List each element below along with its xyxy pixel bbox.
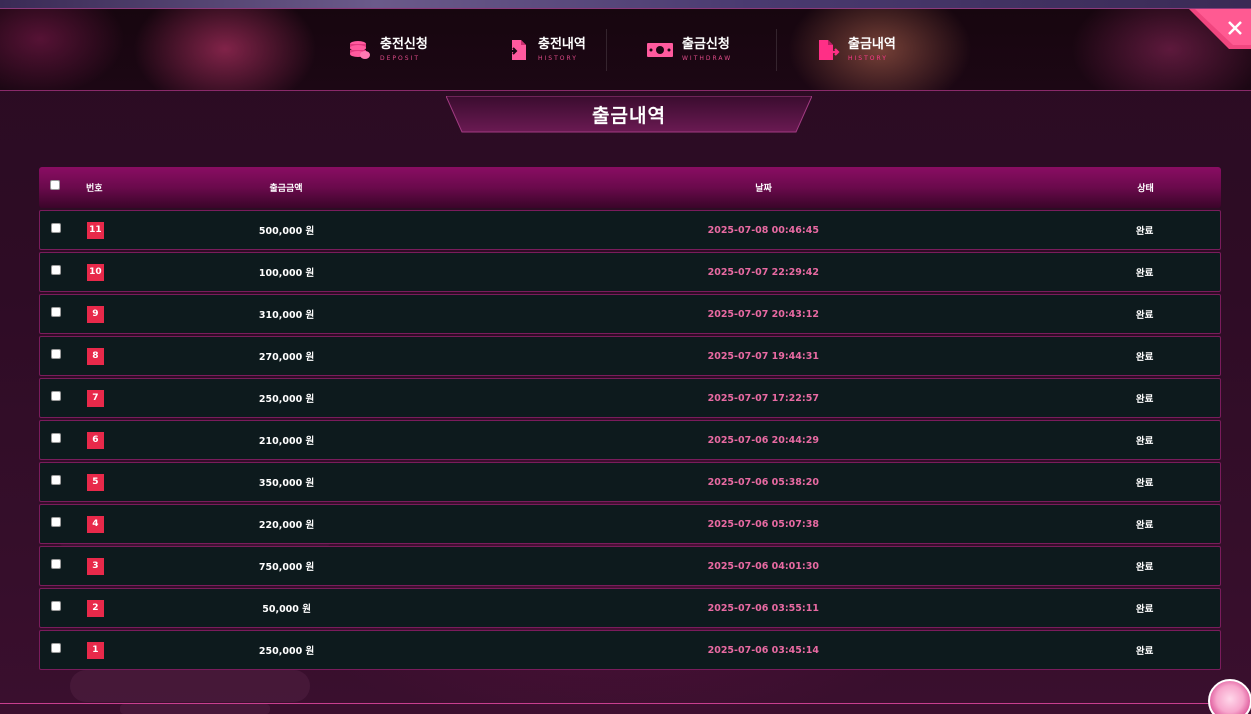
row-checkbox[interactable] xyxy=(50,474,61,485)
page-title-tab: 출금내역 xyxy=(446,96,812,133)
select-all-checkbox[interactable] xyxy=(50,180,60,190)
table-row: 8 270,000 원 2025-07-07 19:44:31 완료 xyxy=(39,336,1221,376)
table-row: 2 50,000 원 2025-07-06 03:55:11 완료 xyxy=(39,588,1221,628)
nav-item-sublabel: WITHDRAW xyxy=(682,55,733,62)
row-amount: 500,000 원 xyxy=(258,226,315,237)
row-status: 완료 xyxy=(1135,436,1154,447)
header-number: 번호 xyxy=(86,184,103,194)
row-status: 완료 xyxy=(1135,478,1154,489)
row-date: 2025-07-07 17:22:57 xyxy=(707,392,819,404)
row-amount: 50,000 원 xyxy=(262,604,311,615)
row-date: 2025-07-06 05:38:20 xyxy=(707,476,819,488)
row-number-badge: 8 xyxy=(86,347,104,365)
row-date: 2025-07-06 03:55:11 xyxy=(707,602,819,614)
wallet-nav-bar: 충전신청 DEPOSIT 충전내역 HISTORY 출금신청 WITHDRAW … xyxy=(0,9,1251,91)
nav-item-sublabel: DEPOSIT xyxy=(380,55,420,62)
row-checkbox[interactable] xyxy=(50,558,61,569)
footer-divider xyxy=(0,703,1251,704)
nav-item-label: 충전내역 xyxy=(538,37,586,52)
row-amount: 270,000 원 xyxy=(258,352,315,363)
row-amount: 350,000 원 xyxy=(258,478,315,489)
table-row: 11 500,000 원 2025-07-08 00:46:45 완료 xyxy=(39,210,1221,250)
nav-item-withdraw[interactable]: 출금신청 WITHDRAW xyxy=(606,25,776,75)
table-row: 9 310,000 원 2025-07-07 20:43:12 완료 xyxy=(39,294,1221,334)
table-row: 1 250,000 원 2025-07-06 03:45:14 완료 xyxy=(39,630,1221,670)
top-decor-strip xyxy=(0,0,1251,9)
table-row: 5 350,000 원 2025-07-06 05:38:20 완료 xyxy=(39,462,1221,502)
row-checkbox[interactable] xyxy=(50,600,61,611)
row-date: 2025-07-07 22:29:42 xyxy=(707,266,819,278)
row-checkbox[interactable] xyxy=(50,264,61,275)
table-body: 11 500,000 원 2025-07-08 00:46:45 완료 10 100,00… xyxy=(39,210,1221,670)
row-checkbox[interactable] xyxy=(50,642,61,653)
row-number-badge: 6 xyxy=(86,431,104,449)
row-number-badge: 11 xyxy=(86,221,104,239)
row-date: 2025-07-08 00:46:45 xyxy=(707,224,819,236)
table-row: 7 250,000 원 2025-07-07 17:22:57 완료 xyxy=(39,378,1221,418)
row-date: 2025-07-07 20:43:12 xyxy=(707,308,819,320)
row-amount: 100,000 원 xyxy=(258,268,315,279)
row-status: 완료 xyxy=(1135,226,1154,237)
wallet-nav-items: 충전신청 DEPOSIT 충전내역 HISTORY 출금신청 WITHDRAW … xyxy=(330,9,950,91)
row-amount: 220,000 원 xyxy=(258,520,315,531)
row-date: 2025-07-06 20:44:29 xyxy=(707,434,819,446)
close-button[interactable] xyxy=(1189,9,1251,49)
page-title: 출금내역 xyxy=(592,105,666,127)
row-date: 2025-07-06 04:01:30 xyxy=(707,560,819,572)
row-amount: 250,000 원 xyxy=(258,646,315,657)
table-row: 6 210,000 원 2025-07-06 20:44:29 완료 xyxy=(39,420,1221,460)
table-row: 4 220,000 원 2025-07-06 05:07:38 완료 xyxy=(39,504,1221,544)
row-amount: 750,000 원 xyxy=(258,562,315,573)
row-amount: 310,000 원 xyxy=(258,310,315,321)
document-out-icon xyxy=(816,38,840,62)
row-status: 완료 xyxy=(1135,310,1154,321)
row-status: 완료 xyxy=(1135,268,1154,279)
row-status: 완료 xyxy=(1135,394,1154,405)
table-header-row: 번호 출금금액 날짜 상태 xyxy=(39,167,1221,208)
nav-item-label: 출금신청 xyxy=(682,37,730,52)
row-number-badge: 10 xyxy=(86,263,104,281)
row-status: 완료 xyxy=(1135,520,1154,531)
row-checkbox[interactable] xyxy=(50,390,61,401)
row-status: 완료 xyxy=(1135,352,1154,363)
nav-item-deposit[interactable]: 충전신청 DEPOSIT xyxy=(330,25,488,75)
nav-item-label: 출금내역 xyxy=(848,37,896,52)
table-row: 3 750,000 원 2025-07-06 04:01:30 완료 xyxy=(39,546,1221,586)
coins-icon xyxy=(348,38,372,62)
row-status: 완료 xyxy=(1135,646,1154,657)
row-status: 완료 xyxy=(1135,604,1154,615)
document-in-icon xyxy=(506,38,530,62)
header-amount: 출금금액 xyxy=(269,184,303,194)
nav-item-sublabel: HISTORY xyxy=(538,55,578,62)
header-status: 상태 xyxy=(1137,184,1154,194)
row-number-badge: 1 xyxy=(86,641,104,659)
row-date: 2025-07-07 19:44:31 xyxy=(707,350,819,362)
row-amount: 210,000 원 xyxy=(258,436,315,447)
row-checkbox[interactable] xyxy=(50,516,61,527)
row-number-badge: 5 xyxy=(86,473,104,491)
row-number-badge: 2 xyxy=(86,599,104,617)
row-number-badge: 3 xyxy=(86,557,104,575)
banknote-icon xyxy=(646,38,674,62)
nav-item-deposit-history[interactable]: 충전내역 HISTORY xyxy=(488,25,606,75)
withdraw-history-table: 번호 출금금액 날짜 상태 11 500,000 원 2025-07-08 00:4… xyxy=(39,167,1221,670)
row-number-badge: 9 xyxy=(86,305,104,323)
nav-item-withdraw-history[interactable]: 출금내역 HISTORY xyxy=(776,25,936,75)
header-date: 날짜 xyxy=(755,184,772,194)
row-date: 2025-07-06 05:07:38 xyxy=(707,518,819,530)
row-number-badge: 4 xyxy=(86,515,104,533)
row-status: 완료 xyxy=(1135,562,1154,573)
row-checkbox[interactable] xyxy=(50,222,61,233)
row-date: 2025-07-06 03:45:14 xyxy=(707,644,819,656)
mascot-avatar[interactable] xyxy=(1208,679,1251,714)
nav-item-sublabel: HISTORY xyxy=(848,55,888,62)
row-checkbox[interactable] xyxy=(50,432,61,443)
row-checkbox[interactable] xyxy=(50,348,61,359)
table-row: 10 100,000 원 2025-07-07 22:29:42 완료 xyxy=(39,252,1221,292)
row-checkbox[interactable] xyxy=(50,306,61,317)
close-icon xyxy=(1189,9,1251,49)
row-number-badge: 7 xyxy=(86,389,104,407)
row-amount: 250,000 원 xyxy=(258,394,315,405)
nav-item-label: 충전신청 xyxy=(380,37,428,52)
